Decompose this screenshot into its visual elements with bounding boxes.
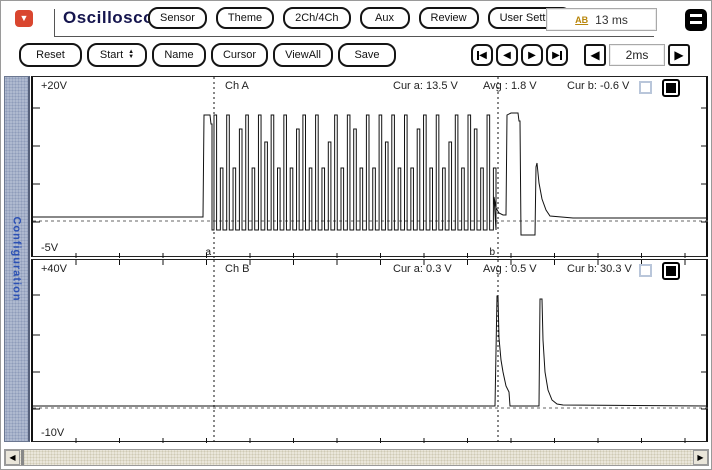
channel-a-avg-readout: Avg : 1.8 V [483,80,537,92]
skip-to-end-button[interactable]: ▶ [546,44,568,66]
timebase-decrease-button[interactable]: ◀ [584,44,606,66]
reset-button[interactable]: Reset [19,43,82,67]
svg-text:a: a [205,247,211,258]
channel-a-cursor-b-readout: Cur b: -0.6 V [567,80,629,92]
timebase-group: ◀ 2ms ▶ [584,44,690,66]
theme-button[interactable]: Theme [216,7,274,29]
cursor-ab-icon: AB [575,15,588,25]
prev-triangle-icon: ◀ [479,50,487,61]
top-toolbar: Sensor Theme 2Ch/4Ch Aux Review User Set… [148,7,572,29]
step-back-button[interactable]: ◀ [496,44,518,66]
channel-mode-button[interactable]: 2Ch/4Ch [283,7,350,29]
timebase-increase-button[interactable]: ▶ [668,44,690,66]
horizontal-scrollbar[interactable]: ◀ ▶ [4,449,709,466]
next-triangle-icon: ▶ [552,50,560,61]
save-button[interactable]: Save [338,43,396,67]
configuration-sidebar-tab[interactable]: Configuration [4,76,30,442]
channel-b-cursor-b-readout: Cur b: 30.3 V [567,263,632,275]
stepper-arrows-icon: ▲▼ [128,50,134,60]
cursor-button[interactable]: Cursor [211,43,268,67]
titlebar-divider-vertical [54,9,55,36]
channel-a-vmin-label: -5V [41,242,58,254]
start-label: Start [100,45,123,65]
app-icon[interactable]: ▼ [15,10,33,27]
main-buttons-group: Reset Start ▲▼ Name Cursor ViewAll Save [19,43,396,67]
channel-b-avg-readout: Avg : 0.5 V [483,263,537,275]
channel-a-vmax-label: +20V [41,80,67,92]
channel-b-visibility-checkbox[interactable] [639,264,652,277]
start-stepper[interactable]: Start ▲▼ [87,43,147,67]
channel-b-vmax-label: +40V [41,263,67,275]
scroll-left-icon[interactable]: ◀ [5,450,20,465]
scroll-right-icon[interactable]: ▶ [693,450,708,465]
channel-a-cursor-a-readout: Cur a: 13.5 V [393,80,458,92]
channel-b-cursor-a-readout: Cur a: 0.3 V [393,263,452,275]
step-forward-button[interactable]: ▶ [521,44,543,66]
channel-a-color-swatch[interactable] [662,79,680,97]
skip-to-start-button[interactable]: ◀ [471,44,493,66]
menu-icon[interactable] [685,9,707,31]
control-toolbar: Reset Start ▲▼ Name Cursor ViewAll Save … [1,41,712,73]
channel-b-plot[interactable] [33,260,708,443]
sensor-button[interactable]: Sensor [148,7,207,29]
channel-b-panel: +40V Ch B Cur a: 0.3 V Avg : 0.5 V Cur b… [31,259,708,442]
svg-text:b: b [489,247,495,258]
channel-b-vmin-label: -10V [41,427,64,439]
aux-button[interactable]: Aux [360,7,410,29]
channel-a-name: Ch A [225,80,249,92]
left-triangle-icon: ◀ [503,50,511,61]
configuration-label: Configuration [11,216,23,301]
channel-b-color-swatch[interactable] [662,262,680,280]
viewall-button[interactable]: ViewAll [273,43,333,67]
title-bar: ▼ Oscilloscope Sensor Theme 2Ch/4Ch Aux … [1,1,712,39]
channel-a-plot[interactable]: ab [33,77,708,258]
delta-time-value: 13 ms [595,13,628,27]
channel-b-name: Ch B [225,263,249,275]
titlebar-divider-horizontal [54,36,654,37]
bar-icon [560,51,562,60]
channel-a-visibility-checkbox[interactable] [639,81,652,94]
scrollbar-thumb[interactable] [21,450,24,465]
channel-a-panel: ab +20V Ch A Cur a: 13.5 V Avg : 1.8 V C… [31,76,708,257]
cursor-delta-time-display: AB 13 ms [546,8,657,31]
timebase-value-field[interactable]: 2ms [609,44,665,66]
name-button[interactable]: Name [152,43,206,67]
oscilloscope-window: ▼ Oscilloscope Sensor Theme 2Ch/4Ch Aux … [0,0,712,470]
right-triangle-icon: ▶ [528,50,536,61]
transport-group: ◀ ◀ ▶ ▶ [471,44,568,66]
review-button[interactable]: Review [419,7,479,29]
